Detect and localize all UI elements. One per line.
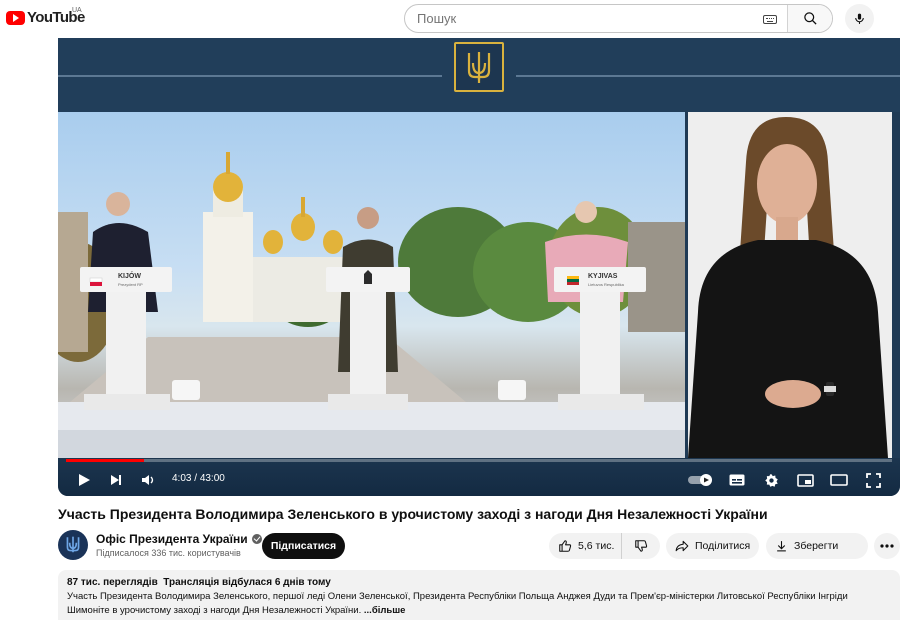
verified-badge-icon bbox=[251, 534, 262, 544]
keyboard-icon[interactable] bbox=[763, 15, 777, 24]
thumbs-up-icon bbox=[559, 540, 572, 552]
search-field bbox=[405, 5, 787, 32]
like-dislike-group: 5,6 тис. bbox=[549, 533, 660, 559]
progress-bar[interactable] bbox=[66, 459, 892, 462]
header-line-right bbox=[516, 75, 900, 77]
channel-name-link[interactable]: Офіс Президента України bbox=[96, 532, 262, 546]
save-button[interactable]: Зберегти bbox=[766, 533, 868, 559]
play-icon bbox=[79, 474, 90, 486]
description-text: Участь Президента Володимира Зеленського… bbox=[67, 591, 848, 616]
youtube-play-icon bbox=[6, 10, 25, 25]
fullscreen-button[interactable] bbox=[862, 470, 884, 490]
progress-fill bbox=[66, 459, 144, 462]
share-label: Поділитися bbox=[695, 540, 751, 552]
subtitles-icon bbox=[729, 474, 745, 486]
broadcast-header bbox=[58, 38, 900, 112]
view-count: 87 тис. переглядів bbox=[67, 577, 158, 588]
play-button[interactable] bbox=[74, 470, 94, 490]
search-icon bbox=[803, 12, 817, 25]
autoplay-toggle[interactable] bbox=[686, 471, 716, 489]
video-scene: KIJÓW Prezydent RP KYJIVAS Lietuvos Resp… bbox=[58, 112, 685, 458]
header-line-left bbox=[58, 75, 442, 77]
theater-mode-button[interactable] bbox=[828, 470, 850, 490]
description-meta: 87 тис. переглядів Трансляція відбулася … bbox=[67, 577, 891, 588]
theater-icon bbox=[830, 474, 848, 486]
video-title: Участь Президента Володимира Зеленського… bbox=[58, 506, 768, 522]
subscriber-count: Підписалося 336 тис. користувачів bbox=[96, 548, 241, 558]
trident-avatar-icon bbox=[66, 536, 80, 553]
skip-next-icon bbox=[111, 475, 121, 485]
download-icon bbox=[777, 541, 786, 552]
trident-icon bbox=[467, 52, 491, 83]
sign-language-interpreter bbox=[688, 112, 892, 458]
miniplayer-button[interactable] bbox=[794, 470, 816, 490]
podium-sublabel-right: Lietuvos Respublika bbox=[588, 282, 624, 287]
more-horizontal-icon bbox=[880, 544, 894, 548]
more-actions-button[interactable] bbox=[874, 533, 900, 559]
podium-label-right: KYJIVAS bbox=[588, 273, 618, 280]
stream-date: Трансляція відбулася 6 днів тому bbox=[163, 577, 331, 588]
channel-name: Офіс Президента України bbox=[96, 532, 248, 546]
time-current: 4:03 bbox=[172, 473, 192, 484]
time-total: 43:00 bbox=[199, 473, 225, 484]
miniplayer-icon bbox=[796, 473, 814, 487]
next-button[interactable] bbox=[106, 470, 126, 490]
subscribe-button[interactable]: Підписатися bbox=[262, 533, 345, 559]
search-input[interactable] bbox=[417, 11, 747, 26]
search-box bbox=[404, 4, 833, 33]
volume-button[interactable] bbox=[138, 470, 158, 490]
microphone-icon bbox=[855, 13, 864, 24]
channel-avatar[interactable] bbox=[58, 530, 88, 560]
time-display: 4:03 / 43:00 bbox=[172, 473, 225, 484]
interpreter-illustration bbox=[688, 112, 892, 458]
show-more-link[interactable]: ...більше bbox=[364, 605, 406, 616]
share-button[interactable]: Поділитися bbox=[666, 533, 759, 559]
video-player[interactable]: KIJÓW Prezydent RP KYJIVAS Lietuvos Resp… bbox=[58, 38, 900, 496]
podium-label-left: KIJÓW bbox=[118, 273, 141, 280]
dislike-button[interactable] bbox=[622, 533, 660, 559]
description-box[interactable]: 87 тис. переглядів Трансляція відбулася … bbox=[58, 570, 900, 620]
like-button[interactable]: 5,6 тис. bbox=[549, 533, 622, 559]
search-button[interactable] bbox=[787, 5, 832, 32]
thumbs-down-icon bbox=[635, 540, 648, 552]
autoplay-toggle-icon bbox=[688, 474, 712, 486]
gear-icon bbox=[764, 473, 778, 487]
voice-search-button[interactable] bbox=[845, 4, 874, 33]
description-text-block: Участь Президента Володимира Зеленського… bbox=[67, 590, 891, 618]
region-code: UA bbox=[72, 7, 82, 14]
subtitles-button[interactable] bbox=[726, 470, 748, 490]
fullscreen-icon bbox=[865, 472, 881, 488]
trident-emblem bbox=[454, 42, 504, 92]
volume-icon bbox=[142, 475, 154, 485]
save-label: Зберегти bbox=[794, 540, 839, 552]
masthead: YouTube UA bbox=[0, 0, 914, 38]
podium-sublabel-left: Prezydent RP bbox=[118, 282, 143, 287]
settings-button[interactable] bbox=[760, 470, 782, 490]
time-separator: / bbox=[191, 473, 200, 484]
like-count: 5,6 тис. bbox=[578, 540, 615, 552]
share-icon bbox=[675, 540, 689, 552]
